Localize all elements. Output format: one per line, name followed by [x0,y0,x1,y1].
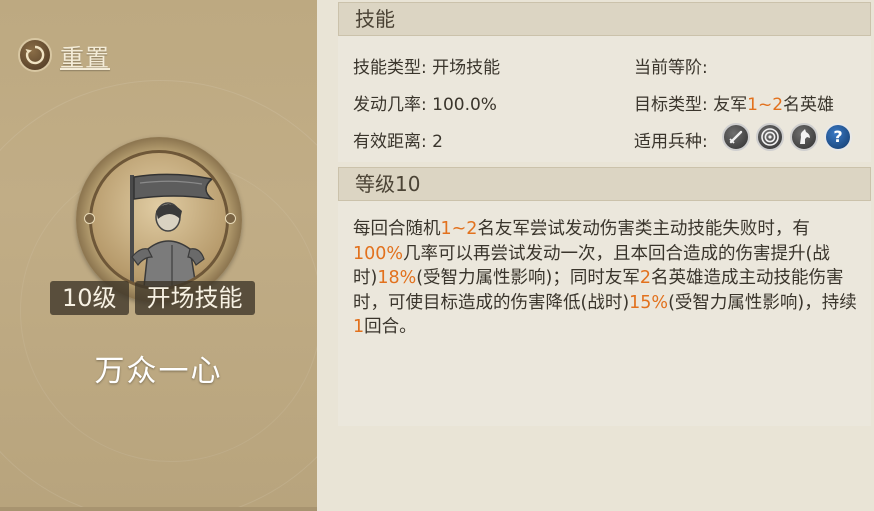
effective-range-row: 有效距离: 2 [353,127,443,152]
skill-type-row: 技能类型: 开场技能 [353,53,500,78]
skill-description: 每回合随机1~2名友军尝试发动伤害类主动技能失败时，有100%几率可以再尝试发动… [353,217,858,340]
question-icon[interactable]: ? [824,123,852,151]
description-text: 每回合随机 [353,219,441,239]
frame-stud [225,213,236,224]
description-highlight: 100% [353,243,404,264]
effective-range-label: 有效距离: [353,132,427,152]
description-text: (受智力属性影响)；同时友军 [416,268,640,288]
target-type-row: 目标类型: 友军1~2名英雄 [634,90,834,115]
frame-stud [84,213,95,224]
level-section-header: 等级10 [338,167,871,201]
badge-row: 10级 开场技能 [50,281,255,315]
trigger-rate-row: 发动几率: 100.0% [353,90,497,115]
description-highlight: 1~2 [440,219,478,239]
trigger-rate-value: 100.0% [432,95,497,115]
description-text: 名友军尝试发动伤害类主动技能失败时，有 [477,219,810,239]
skill-section-header: 技能 [338,2,871,36]
target-type-prefix: 友军 [713,95,748,115]
skill-portrait [76,137,242,303]
skill-type-value: 开场技能 [432,58,501,78]
target-type-label: 目标类型: [634,95,708,115]
banner-bearer-portrait [89,150,229,290]
sword-icon[interactable] [722,123,750,151]
reset-label: 重置 [60,43,110,72]
reset-button[interactable]: 重置 [18,37,110,73]
target-type-count: 1~2 [747,95,784,115]
panel-bottom-edge [0,507,317,511]
description-highlight: 1 [353,317,365,337]
current-rank-row: 当前等阶: [634,53,708,78]
current-rank-label: 当前等阶: [634,58,708,78]
target-icon[interactable] [756,123,784,151]
skill-type-label: 技能类型: [353,58,427,78]
reset-icon [18,38,52,72]
troop-type-label: 适用兵种: [634,132,708,152]
description-highlight: 15% [629,292,669,313]
trigger-rate-label: 发动几率: [353,95,427,115]
skill-name: 万众一心 [94,354,223,389]
description-highlight: 2 [639,268,652,288]
skill-card-panel: 重置 10级 开场技能 万众一心 [0,0,317,507]
effective-range-value: 2 [432,132,443,152]
horse-icon[interactable] [790,123,818,151]
description-text: (受智力属性影响)，持续 [668,292,857,313]
troop-type-row: 适用兵种: [634,127,708,152]
description-text: 回合。 [364,317,417,337]
target-type-suffix: 名英雄 [783,95,835,115]
troop-icons: ? [722,123,852,151]
skill-type-badge: 开场技能 [134,281,255,315]
level-badge: 10级 [50,281,129,315]
description-highlight: 18% [377,268,417,288]
